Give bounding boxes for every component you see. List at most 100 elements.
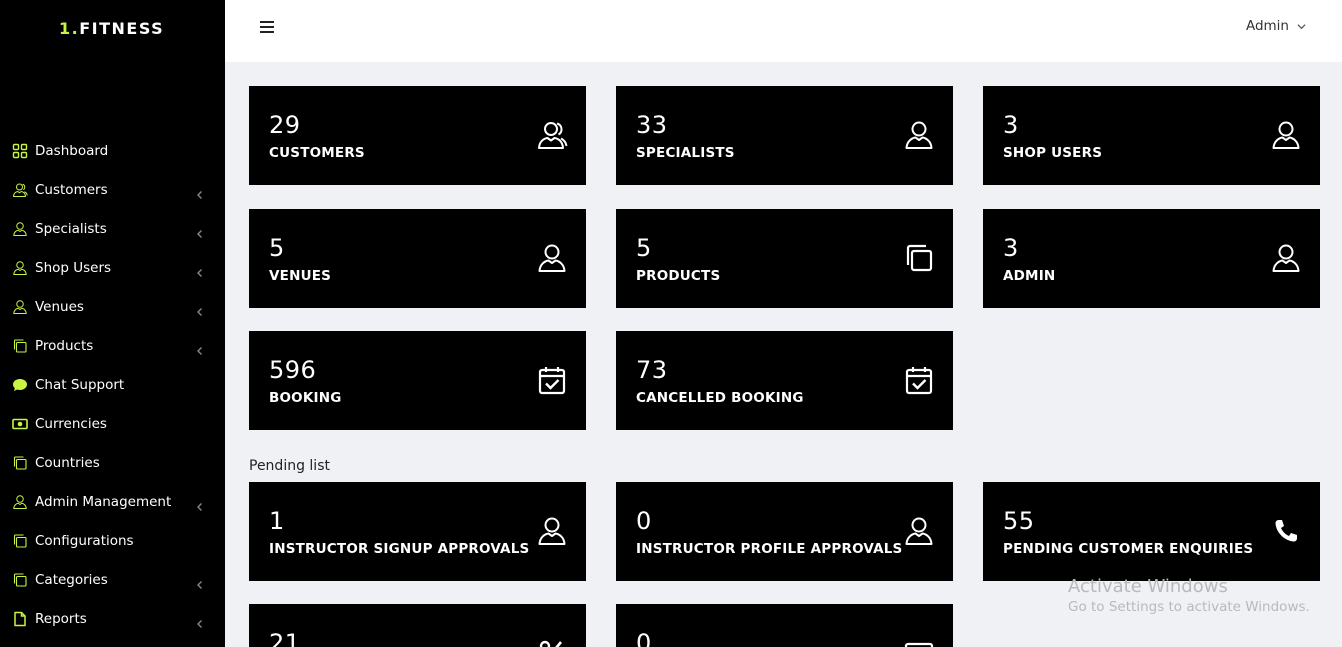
pending-value: 0: [636, 629, 652, 647]
stat-value: 3: [1003, 234, 1019, 262]
sidebar-item-label: Customers: [35, 181, 108, 198]
file-icon: [12, 611, 28, 627]
sidebar-item-categories[interactable]: Categories: [0, 560, 225, 599]
brand-logo[interactable]: 1.FITNESS: [59, 19, 164, 38]
user-icon: [536, 515, 568, 547]
pending-card-item-3[interactable]: 21: [249, 604, 586, 647]
sidebar-item-label: Chat Support: [35, 376, 125, 393]
sidebar-nav: Dashboard Customers Specialists Shop Use…: [0, 131, 225, 638]
chevron-left-icon: [195, 224, 205, 238]
watermark-subtitle: Go to Settings to activate Windows.: [1068, 599, 1310, 615]
calendar-check-icon: [536, 364, 568, 396]
sidebar-item-customers[interactable]: Customers: [0, 170, 225, 209]
stat-card-shop-users[interactable]: 3 SHOP USERS: [983, 86, 1320, 185]
chevron-left-icon: [195, 302, 205, 316]
stat-value: 5: [269, 234, 285, 262]
stat-label: VENUES: [269, 268, 332, 284]
sidebar-item-chat-support[interactable]: Chat Support: [0, 365, 225, 404]
sidebar-item-currencies[interactable]: Currencies: [0, 404, 225, 443]
users-icon: [12, 182, 28, 198]
stat-card-venues[interactable]: 5 VENUES: [249, 209, 586, 308]
stat-card-booking[interactable]: 596 BOOKING: [249, 331, 586, 430]
sidebar-item-dashboard[interactable]: Dashboard: [0, 131, 225, 170]
sidebar-item-label: Countries: [35, 454, 100, 471]
stat-label: SPECIALISTS: [636, 145, 735, 161]
brand-name: FITNESS: [79, 19, 165, 38]
percent-icon: [536, 637, 568, 647]
sidebar-item-label: Venues: [35, 298, 84, 315]
pending-value: 1: [269, 507, 285, 535]
sidebar-item-shop-users[interactable]: Shop Users: [0, 248, 225, 287]
stat-value: 3: [1003, 111, 1019, 139]
sidebar-item-label: Configurations: [35, 532, 134, 549]
calendar-check-icon: [903, 364, 935, 396]
stat-card-specialists[interactable]: 33 SPECIALISTS: [616, 86, 953, 185]
brand-number: 1.: [59, 19, 80, 38]
sidebar-item-countries[interactable]: Countries: [0, 443, 225, 482]
topbar: Admin: [225, 0, 1342, 62]
pending-value: 0: [636, 507, 652, 535]
user-menu-label: Admin: [1245, 18, 1289, 34]
chevron-left-icon: [195, 263, 205, 277]
user-icon: [1270, 119, 1302, 151]
menu-toggle-icon[interactable]: [260, 21, 274, 35]
copy-icon: [12, 455, 28, 471]
chevron-left-icon: [195, 497, 205, 511]
copy-icon: [12, 338, 28, 354]
stat-card-admin[interactable]: 3 ADMIN: [983, 209, 1320, 308]
copy-icon: [12, 533, 28, 549]
chat-icon: [12, 377, 28, 393]
sidebar-item-label: Dashboard: [35, 142, 109, 159]
user-menu[interactable]: Admin: [1246, 18, 1306, 34]
sidebar-item-label: Shop Users: [35, 259, 112, 276]
card-icon: [903, 637, 935, 647]
stat-card-cancelled-booking[interactable]: 73 CANCELLED BOOKING: [616, 331, 953, 430]
stat-value: 596: [269, 356, 317, 384]
grid-icon: [12, 143, 28, 159]
sidebar-item-products[interactable]: Products: [0, 326, 225, 365]
sidebar-item-label: Currencies: [35, 415, 107, 432]
stat-card-customers[interactable]: 29 CUSTOMERS: [249, 86, 586, 185]
sidebar-item-specialists[interactable]: Specialists: [0, 209, 225, 248]
stat-card-products[interactable]: 5 PRODUCTS: [616, 209, 953, 308]
sidebar-item-configurations[interactable]: Configurations: [0, 521, 225, 560]
stat-label: BOOKING: [269, 390, 342, 406]
stat-label: PRODUCTS: [636, 268, 721, 284]
user-icon: [903, 515, 935, 547]
stat-label: ADMIN: [1003, 268, 1056, 284]
stat-value: 73: [636, 356, 668, 384]
sidebar-item-label: Specialists: [35, 220, 107, 237]
pending-card-pending-customer-enquiries[interactable]: 55 PENDING CUSTOMER ENQUIRIES: [983, 482, 1320, 581]
chevron-left-icon: [195, 341, 205, 355]
money-icon: [12, 416, 28, 432]
sidebar-item-label: Products: [35, 337, 94, 354]
pending-card-instructor-profile-approvals[interactable]: 0 INSTRUCTOR PROFILE APPROVALS: [616, 482, 953, 581]
pending-card-instructor-signup-approvals[interactable]: 1 INSTRUCTOR SIGNUP APPROVALS: [249, 482, 586, 581]
user-icon: [12, 260, 28, 276]
chevron-left-icon: [195, 575, 205, 589]
sidebar-item-reports[interactable]: Reports: [0, 599, 225, 638]
pending-card-item-4[interactable]: 0: [616, 604, 953, 647]
stat-value: 33: [636, 111, 668, 139]
chevron-left-icon: [195, 614, 205, 628]
copy-icon: [903, 242, 935, 274]
stat-value: 5: [636, 234, 652, 262]
user-icon: [903, 119, 935, 151]
sidebar-item-venues[interactable]: Venues: [0, 287, 225, 326]
pending-label: INSTRUCTOR SIGNUP APPROVALS: [269, 541, 530, 557]
sidebar-item-label: Categories: [35, 571, 108, 588]
sidebar-item-label: Admin Management: [35, 493, 172, 510]
user-icon: [536, 242, 568, 274]
copy-icon: [12, 572, 28, 588]
chevron-down-icon: [1297, 23, 1306, 29]
users-icon: [536, 119, 568, 151]
pending-label: INSTRUCTOR PROFILE APPROVALS: [636, 541, 903, 557]
pending-list-title: Pending list: [249, 458, 330, 474]
chevron-left-icon: [195, 185, 205, 199]
sidebar: 1.FITNESS Dashboard Customers Specialist…: [0, 0, 225, 647]
user-icon: [1270, 242, 1302, 274]
activate-windows-watermark: Activate Windows Go to Settings to activ…: [1068, 576, 1310, 615]
pending-label: PENDING CUSTOMER ENQUIRIES: [1003, 541, 1254, 557]
sidebar-item-admin-management[interactable]: Admin Management: [0, 482, 225, 521]
user-icon: [12, 221, 28, 237]
